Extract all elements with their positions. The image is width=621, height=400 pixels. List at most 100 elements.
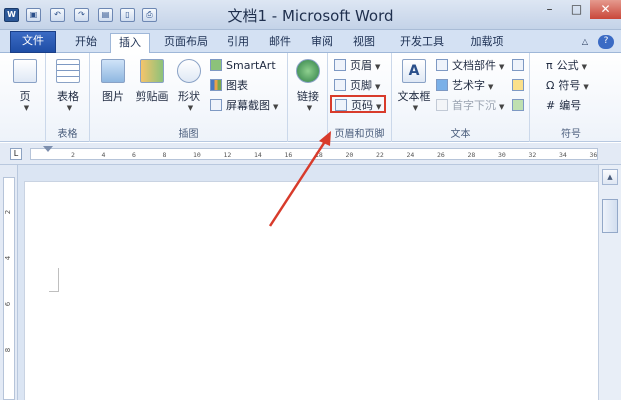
- tab-mailings[interactable]: 邮件: [262, 33, 298, 53]
- window-title: 文档1 - Microsoft Word: [227, 7, 394, 25]
- date-time-icon[interactable]: [512, 77, 528, 95]
- symbol-button[interactable]: Ω 符号 ▼: [546, 77, 589, 95]
- number-button[interactable]: # 编号: [546, 97, 581, 115]
- restore-button[interactable]: □: [563, 0, 590, 19]
- tab-review[interactable]: 审阅: [304, 33, 340, 53]
- ruler-tick-label: 24: [406, 151, 415, 159]
- shapes-icon: [177, 59, 201, 83]
- close-button[interactable]: ✕: [590, 0, 621, 19]
- chart-label: 图表: [226, 79, 248, 92]
- textbox-caret-icon: ▼: [412, 104, 419, 112]
- links-button[interactable]: 链接 ▼: [292, 59, 324, 112]
- tab-page-layout[interactable]: 页面布局: [156, 33, 216, 53]
- horizontal-ruler[interactable]: L 2 4 6 8 10 12 14 16 18 20 22 24 26 28 30 32 34 36: [0, 143, 621, 165]
- screenshot-caret-icon: ▼: [273, 103, 279, 111]
- page-number-caret-icon: ▼: [376, 103, 382, 111]
- ruler-tick-label: 14: [254, 151, 262, 159]
- tab-addins[interactable]: 加载项: [462, 33, 512, 53]
- header-caret-icon: ▼: [375, 63, 381, 71]
- dropcap-button[interactable]: 首字下沉 ▼: [436, 97, 504, 115]
- quick-parts-icon: [436, 59, 448, 71]
- page-number-button[interactable]: 页码 ▼: [330, 95, 387, 113]
- page-icon: [13, 59, 37, 83]
- ruler-tick-label: 28: [467, 151, 476, 159]
- equation-button[interactable]: π 公式 ▼: [546, 57, 587, 75]
- footer-button[interactable]: 页脚 ▼: [334, 77, 380, 95]
- symbol-label: 符号: [558, 79, 581, 92]
- scroll-thumb[interactable]: [602, 199, 618, 233]
- vertical-ruler-tick-label: 2: [4, 209, 13, 215]
- clipart-button[interactable]: 剪贴画: [132, 59, 172, 104]
- group-illustrations: 图片 剪贴画 形状 ▼ SmartArt 图表 屏幕截图 ▼ 插图: [90, 53, 288, 142]
- object-icon[interactable]: [512, 97, 528, 115]
- group-symbols-label: 符号: [561, 129, 581, 140]
- pi-icon: π: [546, 59, 553, 72]
- chart-icon: [210, 79, 222, 91]
- tab-developer[interactable]: 开发工具: [392, 33, 452, 53]
- vertical-ruler-strip[interactable]: 2 4 6 8: [3, 177, 15, 400]
- globe-icon: [296, 59, 320, 83]
- shapes-button[interactable]: 形状 ▼: [174, 59, 204, 112]
- chart-button[interactable]: 图表: [210, 77, 248, 95]
- header-label: 页眉: [350, 59, 372, 72]
- ruler-tick-label: 8: [162, 151, 167, 159]
- ruler-tick-label: 6: [132, 151, 136, 159]
- minimize-button[interactable]: –: [536, 0, 563, 19]
- vertical-scrollbar[interactable]: ▲: [598, 165, 621, 400]
- footer-icon: [334, 79, 346, 91]
- ribbon-tabs: 文件 开始 插入 页面布局 引用 邮件 审阅 视图 开发工具 加载项 △ ?: [0, 30, 621, 54]
- ruler-tick-label: 2: [71, 151, 75, 159]
- ruler-tick-label: 32: [528, 151, 537, 159]
- ruler-tick-label: 4: [101, 151, 106, 159]
- tab-file[interactable]: 文件: [10, 31, 56, 53]
- equation-caret-icon: ▼: [581, 63, 588, 71]
- vertical-ruler-tick-label: 4: [4, 255, 13, 261]
- group-illustrations-label: 插图: [178, 129, 199, 140]
- footer-label: 页脚: [350, 79, 372, 92]
- indent-marker-icon[interactable]: [43, 146, 53, 152]
- screenshot-button[interactable]: 屏幕截图 ▼: [210, 97, 278, 115]
- tab-references[interactable]: 引用: [220, 33, 256, 53]
- number-label: 编号: [559, 99, 582, 112]
- ruler-tick-label: 16: [284, 151, 293, 159]
- ruler-tick-label: 34: [559, 151, 567, 159]
- vertical-ruler[interactable]: 2 4 6 8: [0, 165, 18, 400]
- tab-view[interactable]: 视图: [346, 33, 382, 53]
- signature-line-icon[interactable]: [512, 57, 528, 75]
- clipart-icon: [140, 59, 164, 83]
- minimize-ribbon-icon[interactable]: △: [578, 33, 592, 53]
- equation-label: 公式: [556, 59, 579, 72]
- table-button[interactable]: 表格 ▼: [50, 59, 86, 112]
- screenshot-label: 屏幕截图: [226, 99, 270, 112]
- page-number-label: 页码: [351, 99, 373, 112]
- table-label: 表格: [57, 90, 79, 103]
- omega-icon: Ω: [546, 79, 555, 92]
- quick-parts-button[interactable]: 文档部件 ▼: [436, 57, 504, 75]
- group-text-label: 文本: [450, 129, 471, 140]
- textbox-label: 文本框: [397, 90, 431, 103]
- wordart-label: 艺术字: [452, 79, 485, 92]
- vertical-ruler-tick-label: 8: [4, 347, 13, 353]
- picture-button[interactable]: 图片: [96, 59, 130, 104]
- ruler-tick-label: 26: [437, 151, 445, 159]
- pages-caret-icon: ▼: [23, 104, 30, 112]
- textbox-button[interactable]: A 文本框 ▼: [394, 59, 434, 112]
- table-icon: [56, 59, 80, 83]
- smartart-button[interactable]: SmartArt: [210, 57, 276, 75]
- links-caret-icon: ▼: [306, 104, 313, 112]
- quick-parts-caret-icon: ▼: [499, 63, 505, 71]
- help-icon[interactable]: ?: [598, 35, 614, 49]
- tab-insert[interactable]: 插入: [110, 33, 150, 54]
- document-page[interactable]: [24, 181, 598, 400]
- tab-selector-icon[interactable]: L: [10, 148, 22, 160]
- scroll-up-icon[interactable]: ▲: [602, 169, 618, 185]
- table-caret-icon: ▼: [66, 104, 73, 112]
- tab-home[interactable]: 开始: [66, 33, 106, 53]
- ruler-strip[interactable]: 2 4 6 8 10 12 14 16 18 20 22 24 26 28 30 32 34 36: [30, 146, 598, 160]
- wordart-button[interactable]: 艺术字 ▼: [436, 77, 493, 95]
- pages-button[interactable]: 页 ▼: [8, 59, 42, 112]
- header-button[interactable]: 页眉 ▼: [334, 57, 380, 75]
- picture-icon: [101, 59, 125, 83]
- group-header-footer: 页眉 ▼ 页脚 ▼ 页码 ▼ 页眉和页脚: [328, 53, 392, 142]
- quick-parts-label: 文档部件: [452, 59, 496, 72]
